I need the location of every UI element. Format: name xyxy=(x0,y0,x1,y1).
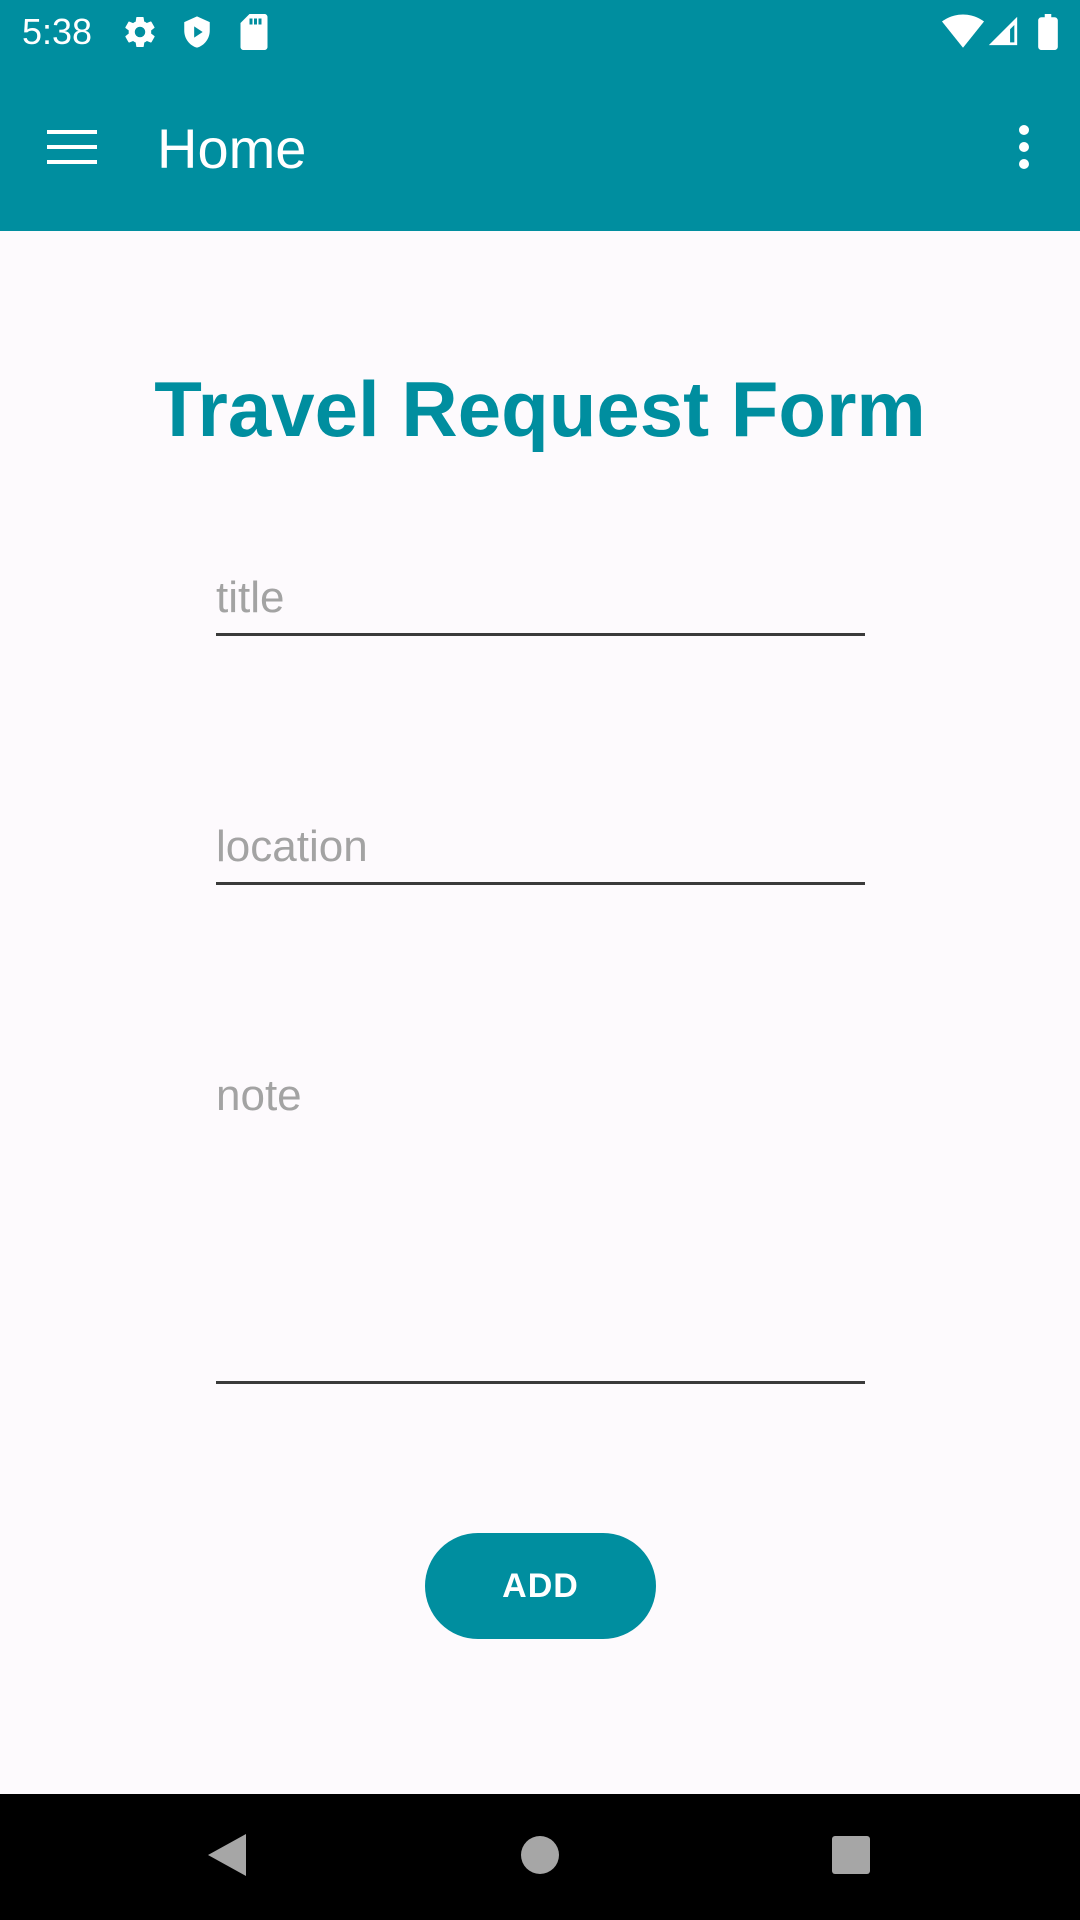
note-textarea[interactable]: note xyxy=(216,1063,865,1384)
title-input[interactable]: title xyxy=(216,565,865,636)
recents-button[interactable] xyxy=(823,1829,879,1885)
status-bar: 5:38 xyxy=(0,0,1080,63)
hamburger-menu-icon xyxy=(47,129,97,169)
settings-icon xyxy=(122,14,158,55)
status-time: 5:38 xyxy=(22,11,93,52)
navigation-menu-button[interactable] xyxy=(30,107,114,191)
system-navigation-bar xyxy=(0,1794,1080,1920)
wifi-icon xyxy=(942,14,984,55)
home-icon xyxy=(520,1835,560,1880)
add-button[interactable]: ADD xyxy=(425,1533,656,1639)
app-bar-title: Home xyxy=(157,117,307,180)
back-icon xyxy=(204,1832,248,1883)
app-bar: Home xyxy=(0,63,1080,231)
location-input[interactable]: location xyxy=(216,814,865,885)
location-input-placeholder: location xyxy=(216,822,368,871)
main-content: Travel Request Form title location note … xyxy=(0,231,1080,1794)
overflow-menu-button[interactable] xyxy=(1000,107,1048,191)
battery-icon xyxy=(1038,14,1058,55)
shield-icon xyxy=(180,14,214,55)
note-textarea-placeholder: note xyxy=(216,1071,302,1120)
more-vert-icon xyxy=(1018,124,1030,174)
signal-icon xyxy=(986,14,1020,53)
sd-card-icon xyxy=(239,14,269,55)
title-input-placeholder: title xyxy=(216,573,285,622)
recents-icon xyxy=(831,1835,871,1880)
form-heading: Travel Request Form xyxy=(154,365,926,453)
home-button[interactable] xyxy=(512,1829,568,1885)
back-button[interactable] xyxy=(198,1829,254,1885)
